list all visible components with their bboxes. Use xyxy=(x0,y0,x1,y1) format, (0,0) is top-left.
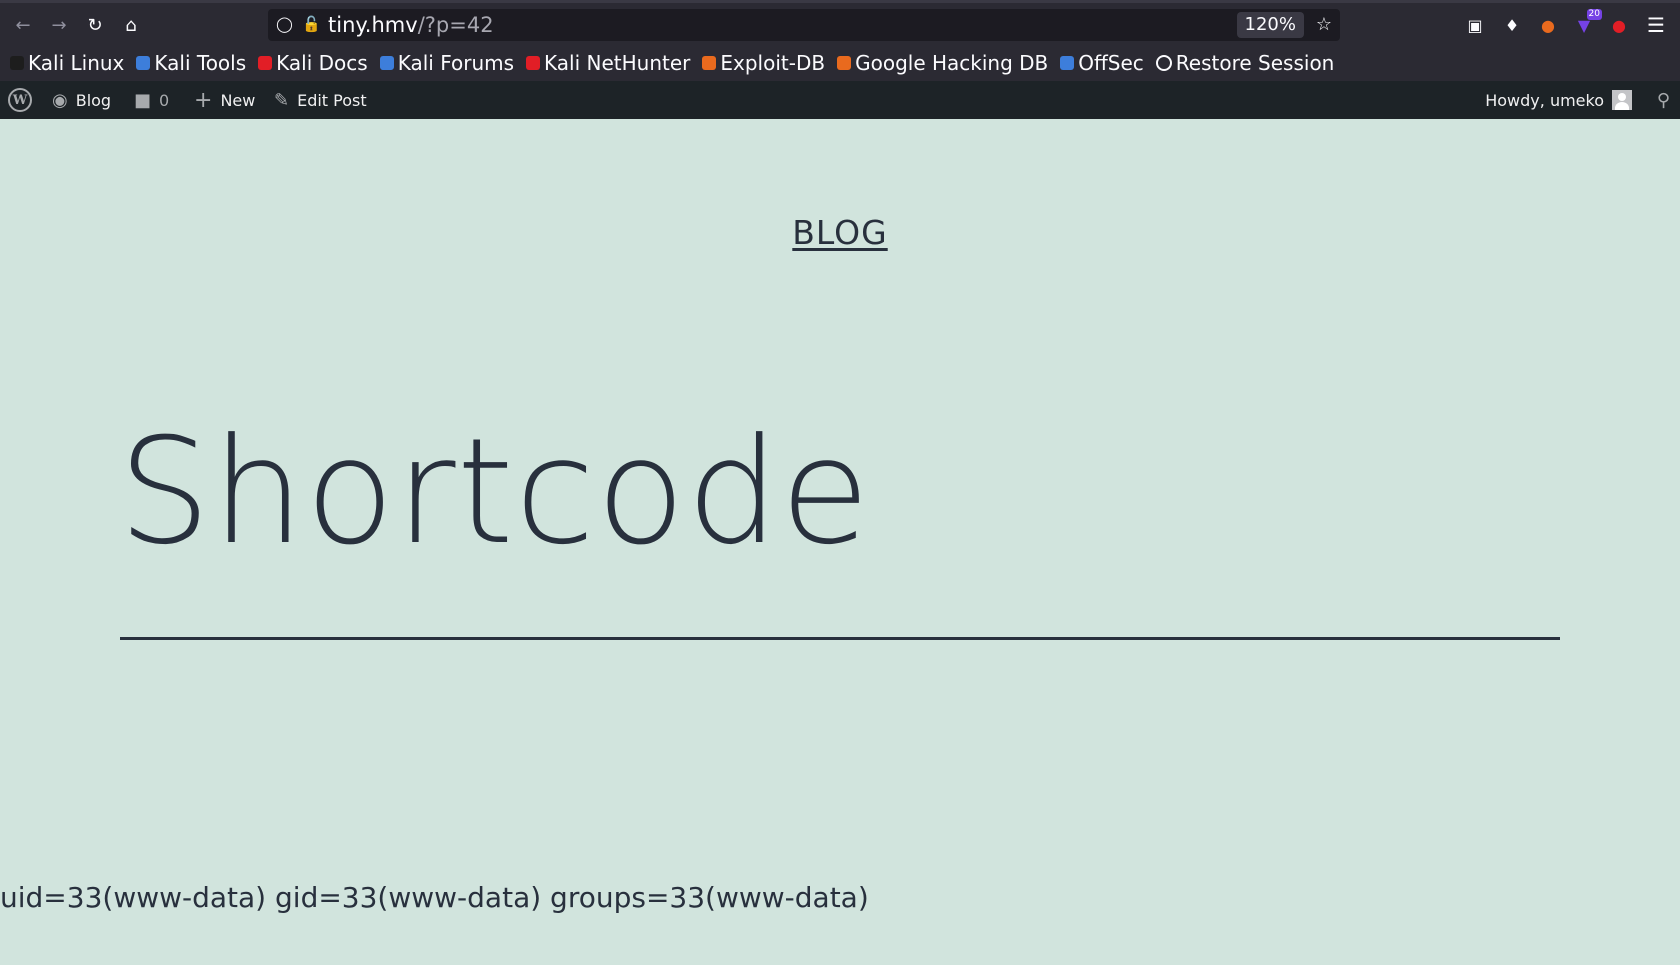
extensions-icon[interactable]: ♦ xyxy=(1500,13,1524,37)
bookmark-google-hacking-db[interactable]: Google Hacking DB xyxy=(837,51,1048,75)
avatar xyxy=(1612,90,1632,110)
kali-tools-icon xyxy=(136,56,151,70)
edit-post-link[interactable]: ✎ Edit Post xyxy=(274,81,367,119)
kali-forums-icon xyxy=(379,56,394,70)
site-name-label: Blog xyxy=(75,90,112,110)
kali-docs-icon xyxy=(258,56,273,70)
exploit-db-icon xyxy=(702,56,717,70)
new-label: New xyxy=(220,90,256,110)
title-separator xyxy=(120,637,1560,640)
site-name-menu[interactable]: ◉ Blog xyxy=(52,81,111,119)
home-icon[interactable]: ⌂ xyxy=(116,11,146,41)
ghdb-icon xyxy=(837,56,852,70)
browser-toolbar: ← → ↻ ⌂ ◯ 🔓 tiny.hmv/?p=42 120% ☆ ▣ ♦ ● … xyxy=(0,0,1680,45)
comment-bubble-icon: ■ xyxy=(134,89,152,111)
bookmark-kali-nethunter[interactable]: Kali NetHunter xyxy=(526,51,690,75)
site-title-link[interactable]: BLOG xyxy=(0,213,1680,252)
shortcode-output: uid=33(www-data) gid=33(www-data) groups… xyxy=(0,881,869,914)
bookmark-kali-docs[interactable]: Kali Docs xyxy=(258,51,368,75)
edit-post-label: Edit Post xyxy=(297,90,367,110)
kali-dragon-icon xyxy=(10,56,24,70)
comments-menu[interactable]: ■ 0 xyxy=(134,81,169,119)
globe-icon xyxy=(1155,55,1172,71)
hamburger-menu-icon[interactable]: ☰ xyxy=(1644,13,1668,37)
reload-icon[interactable]: ↻ xyxy=(80,11,110,41)
url-bar[interactable]: ◯ 🔓 tiny.hmv/?p=42 120% ☆ xyxy=(268,9,1340,41)
extension-shield-icon[interactable]: ▼ 20 xyxy=(1572,9,1602,37)
pocket-icon[interactable]: ▣ xyxy=(1463,13,1487,37)
bookmark-exploit-db[interactable]: Exploit-DB xyxy=(702,51,825,75)
new-content-menu[interactable]: + New xyxy=(194,81,255,119)
shield-icon[interactable]: ◯ xyxy=(276,15,293,33)
my-account-menu[interactable]: Howdy, umeko xyxy=(1485,81,1632,119)
nethunter-icon xyxy=(526,56,541,70)
pencil-icon: ✎ xyxy=(274,89,290,111)
bookmark-restore-session[interactable]: Restore Session xyxy=(1155,51,1334,75)
dashboard-icon: ◉ xyxy=(52,89,68,111)
bookmarks-bar: Kali Linux Kali Tools Kali Docs Kali For… xyxy=(0,45,1680,81)
wp-admin-bar: W ◉ Blog ■ 0 + New ✎ Edit Post Howdy, um… xyxy=(0,81,1680,119)
admin-search[interactable]: ⚲ xyxy=(1657,81,1670,119)
bookmark-star-icon[interactable]: ☆ xyxy=(1316,14,1332,35)
comment-count: 0 xyxy=(159,90,170,110)
bookmark-kali-tools[interactable]: Kali Tools xyxy=(136,51,246,75)
wp-logo-menu[interactable]: W xyxy=(8,81,32,119)
plus-icon: + xyxy=(194,87,213,113)
extension-fox-icon[interactable]: ● xyxy=(1536,13,1560,37)
post-title: Shortcode xyxy=(118,407,871,577)
howdy-label: Howdy, umeko xyxy=(1485,90,1604,110)
bookmark-offsec[interactable]: OffSec xyxy=(1060,51,1144,75)
offsec-icon xyxy=(1060,56,1075,70)
forward-arrow-icon[interactable]: → xyxy=(44,11,74,41)
bookmark-kali-linux[interactable]: Kali Linux xyxy=(10,51,124,75)
back-arrow-icon[interactable]: ← xyxy=(8,11,38,41)
url-text[interactable]: tiny.hmv/?p=42 xyxy=(328,13,494,37)
bookmark-kali-forums[interactable]: Kali Forums xyxy=(379,51,514,75)
insecure-lock-icon[interactable]: 🔓 xyxy=(302,15,321,33)
search-icon: ⚲ xyxy=(1656,89,1670,111)
zoom-level-button[interactable]: 120% xyxy=(1236,12,1304,38)
wordpress-logo-icon: W xyxy=(8,88,32,112)
extension-red-icon[interactable]: ● xyxy=(1607,13,1631,37)
extension-badge: 20 xyxy=(1586,9,1602,20)
